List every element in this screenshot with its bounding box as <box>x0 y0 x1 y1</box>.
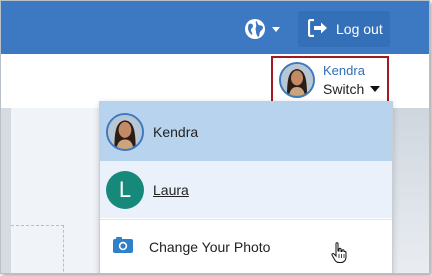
user-switch-button[interactable]: Kendra Switch <box>271 56 389 104</box>
camera-icon <box>113 237 133 256</box>
app-window: Log out Kendra Switch Kendra L Laura Cha… <box>0 0 430 274</box>
user-option-label: Laura <box>153 181 189 198</box>
logout-icon <box>307 18 328 40</box>
right-panel <box>391 108 429 273</box>
dashed-placeholder <box>11 225 64 273</box>
user-switch-dropdown: Kendra L Laura Change Your Photo <box>99 101 393 273</box>
avatar-initial: L <box>106 170 144 209</box>
caret-down-icon <box>370 86 381 92</box>
switch-label-text: Switch <box>323 81 365 97</box>
avatar <box>279 62 315 98</box>
chevron-down-icon <box>272 26 280 32</box>
switch-label: Switch <box>323 80 381 98</box>
change-photo-option[interactable]: Change Your Photo <box>100 219 392 273</box>
avatar <box>106 112 144 151</box>
globe-icon <box>244 18 266 40</box>
user-option-laura[interactable]: L Laura <box>100 161 392 263</box>
language-menu-button[interactable] <box>239 13 285 45</box>
current-user-name: Kendra <box>323 63 365 78</box>
logout-button[interactable]: Log out <box>298 11 390 47</box>
user-option-kendra[interactable]: Kendra <box>100 102 392 161</box>
change-photo-label: Change Your Photo <box>149 238 271 255</box>
user-option-label: Kendra <box>153 123 199 140</box>
left-panel-edge <box>1 108 11 273</box>
logout-label: Log out <box>336 21 383 37</box>
top-navigation-bar: Log out <box>1 1 429 54</box>
